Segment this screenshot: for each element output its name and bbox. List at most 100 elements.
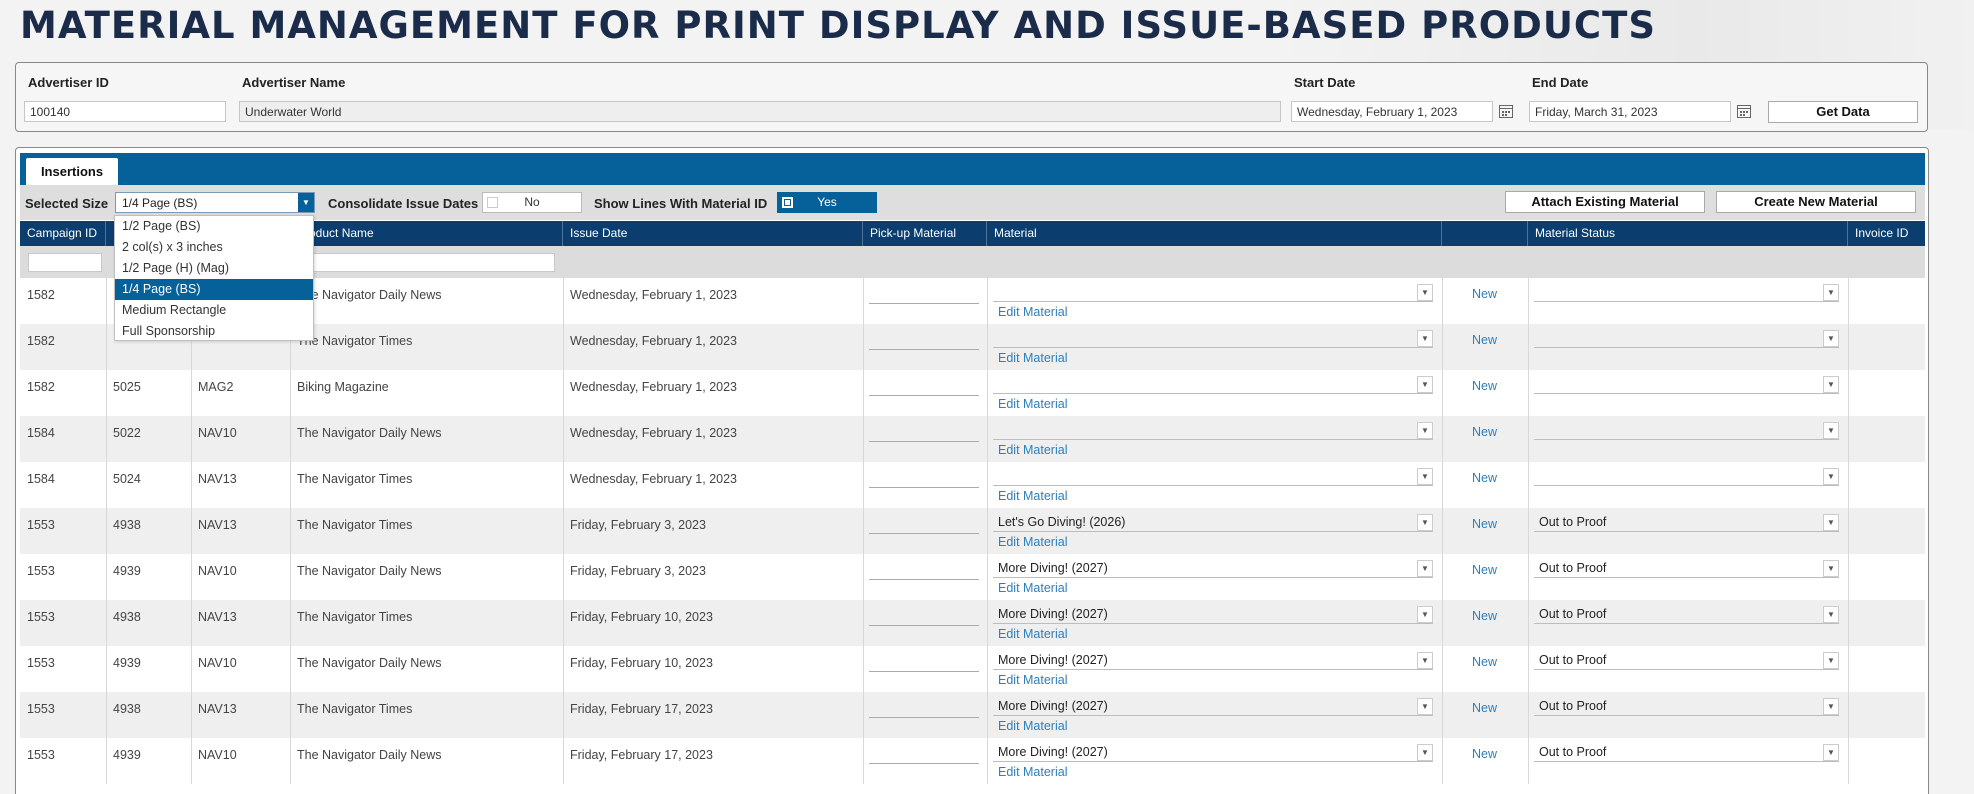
column-header-invoice-id[interactable]: Invoice ID (1848, 221, 1925, 246)
material-select[interactable]: More Diving! (2027) ▼ (993, 604, 1433, 624)
material-select[interactable]: More Diving! (2027) ▼ (993, 696, 1433, 716)
chevron-down-icon[interactable]: ▼ (1823, 284, 1839, 301)
material-select[interactable]: ▼ (993, 282, 1433, 302)
table-row[interactable]: 1584 5022 NAV10 The Navigator Daily News Wed… (20, 416, 1925, 462)
advertiser-id-input[interactable]: 100140 (24, 101, 226, 122)
new-material-link[interactable]: New (1472, 747, 1497, 761)
new-material-link[interactable]: New (1472, 425, 1497, 439)
column-header-pickup-material[interactable]: Pick-up Material (863, 221, 987, 246)
chevron-down-icon[interactable]: ▼ (1823, 468, 1839, 485)
pickup-material-input[interactable] (869, 763, 979, 764)
new-material-link[interactable]: New (1472, 287, 1497, 301)
chevron-down-icon[interactable]: ▼ (1823, 514, 1839, 531)
edit-material-link[interactable]: Edit Material (998, 305, 1067, 319)
chevron-down-icon[interactable]: ▼ (1417, 606, 1433, 623)
new-material-link[interactable]: New (1472, 655, 1497, 669)
material-select[interactable]: More Diving! (2027) ▼ (993, 742, 1433, 762)
chevron-down-icon[interactable]: ▼ (1417, 698, 1433, 715)
edit-material-link[interactable]: Edit Material (998, 489, 1067, 503)
product-name-filter-input[interactable] (310, 253, 555, 272)
new-material-link[interactable]: New (1472, 333, 1497, 347)
material-status-select[interactable]: Out to Proof ▼ (1534, 512, 1839, 532)
material-select[interactable]: ▼ (993, 328, 1433, 348)
chevron-down-icon[interactable]: ▼ (1823, 422, 1839, 439)
column-header-material-status[interactable]: Material Status (1528, 221, 1848, 246)
pickup-material-input[interactable] (869, 671, 979, 672)
get-data-button[interactable]: Get Data (1768, 101, 1918, 123)
edit-material-link[interactable]: Edit Material (998, 351, 1067, 365)
dropdown-option[interactable]: Medium Rectangle (115, 300, 313, 321)
table-row[interactable]: 1553 4938 NAV13 The Navigator Times Friday, … (20, 600, 1925, 646)
material-select[interactable]: More Diving! (2027) ▼ (993, 650, 1433, 670)
material-select[interactable]: ▼ (993, 374, 1433, 394)
material-status-select[interactable]: Out to Proof ▼ (1534, 742, 1839, 762)
pickup-material-input[interactable] (869, 625, 979, 626)
chevron-down-icon[interactable]: ▼ (1823, 330, 1839, 347)
selected-size-select[interactable]: 1/4 Page (BS) ▼ (115, 192, 315, 213)
column-header[interactable] (1442, 221, 1528, 246)
chevron-down-icon[interactable]: ▼ (1823, 376, 1839, 393)
material-select[interactable]: ▼ (993, 420, 1433, 440)
material-select[interactable]: ▼ (993, 466, 1433, 486)
new-material-link[interactable]: New (1472, 471, 1497, 485)
edit-material-link[interactable]: Edit Material (998, 765, 1067, 779)
column-header-campaign-id[interactable]: Campaign ID (20, 221, 106, 246)
edit-material-link[interactable]: Edit Material (998, 719, 1067, 733)
table-row[interactable]: 1553 4939 NAV10 The Navigator Daily News Fri… (20, 738, 1925, 784)
edit-material-link[interactable]: Edit Material (998, 443, 1067, 457)
material-status-select[interactable]: ▼ (1534, 328, 1839, 348)
chevron-down-icon[interactable]: ▼ (1417, 284, 1433, 301)
material-status-select[interactable]: ▼ (1534, 374, 1839, 394)
chevron-down-icon[interactable]: ▼ (1417, 376, 1433, 393)
pickup-material-input[interactable] (869, 395, 979, 396)
table-row[interactable]: 1553 4938 NAV13 The Navigator Times Friday, … (20, 508, 1925, 554)
tab-insertions[interactable]: Insertions (26, 158, 118, 185)
show-lines-toggle[interactable]: Yes (777, 192, 877, 213)
chevron-down-icon[interactable]: ▼ (1417, 744, 1433, 761)
start-date-input[interactable]: Wednesday, February 1, 2023 (1291, 101, 1493, 122)
edit-material-link[interactable]: Edit Material (998, 673, 1067, 687)
pickup-material-input[interactable] (869, 717, 979, 718)
table-row[interactable]: 1553 4939 NAV10 The Navigator Daily News Fri… (20, 554, 1925, 600)
chevron-down-icon[interactable]: ▼ (1823, 560, 1839, 577)
material-status-select[interactable]: Out to Proof ▼ (1534, 696, 1839, 716)
new-material-link[interactable]: New (1472, 609, 1497, 623)
material-status-select[interactable]: Out to Proof ▼ (1534, 650, 1839, 670)
table-row[interactable]: 1553 4939 NAV10 The Navigator Daily News Fri… (20, 646, 1925, 692)
material-status-select[interactable]: ▼ (1534, 466, 1839, 486)
pickup-material-input[interactable] (869, 579, 979, 580)
table-row[interactable]: 1553 4938 NAV13 The Navigator Times Friday, … (20, 692, 1925, 738)
chevron-down-icon[interactable]: ▼ (1823, 652, 1839, 669)
calendar-icon[interactable] (1736, 103, 1752, 119)
new-material-link[interactable]: New (1472, 517, 1497, 531)
material-status-select[interactable]: Out to Proof ▼ (1534, 558, 1839, 578)
chevron-down-icon[interactable]: ▼ (1417, 514, 1433, 531)
material-select[interactable]: Let's Go Diving! (2026) ▼ (993, 512, 1433, 532)
chevron-down-icon[interactable]: ▼ (1417, 468, 1433, 485)
campaign-id-filter-input[interactable] (28, 253, 102, 272)
table-row[interactable]: 1582 5025 MAG2 Biking Magazine Wednesday, Fe… (20, 370, 1925, 416)
dropdown-option[interactable]: 1/2 Page (BS) (115, 216, 313, 237)
chevron-down-icon[interactable]: ▼ (1823, 744, 1839, 761)
material-status-select[interactable]: Out to Proof ▼ (1534, 604, 1839, 624)
dropdown-option[interactable]: 1/4 Page (BS) (115, 279, 313, 300)
column-header-material[interactable]: Material (987, 221, 1442, 246)
create-new-material-button[interactable]: Create New Material (1716, 191, 1916, 213)
material-status-select[interactable]: ▼ (1534, 420, 1839, 440)
edit-material-link[interactable]: Edit Material (998, 535, 1067, 549)
material-select[interactable]: More Diving! (2027) ▼ (993, 558, 1433, 578)
chevron-down-icon[interactable]: ▼ (1417, 330, 1433, 347)
material-status-select[interactable]: ▼ (1534, 282, 1839, 302)
column-header-issue-date[interactable]: Issue Date (563, 221, 863, 246)
pickup-material-input[interactable] (869, 441, 979, 442)
calendar-icon[interactable] (1498, 103, 1514, 119)
dropdown-option[interactable]: Full Sponsorship (115, 321, 313, 342)
chevron-down-icon[interactable]: ▼ (1823, 698, 1839, 715)
end-date-input[interactable]: Friday, March 31, 2023 (1529, 101, 1731, 122)
column-header-product-name[interactable]: Product Name (290, 221, 563, 246)
new-material-link[interactable]: New (1472, 701, 1497, 715)
chevron-down-icon[interactable]: ▼ (1417, 652, 1433, 669)
edit-material-link[interactable]: Edit Material (998, 627, 1067, 641)
pickup-material-input[interactable] (869, 349, 979, 350)
pickup-material-input[interactable] (869, 533, 979, 534)
